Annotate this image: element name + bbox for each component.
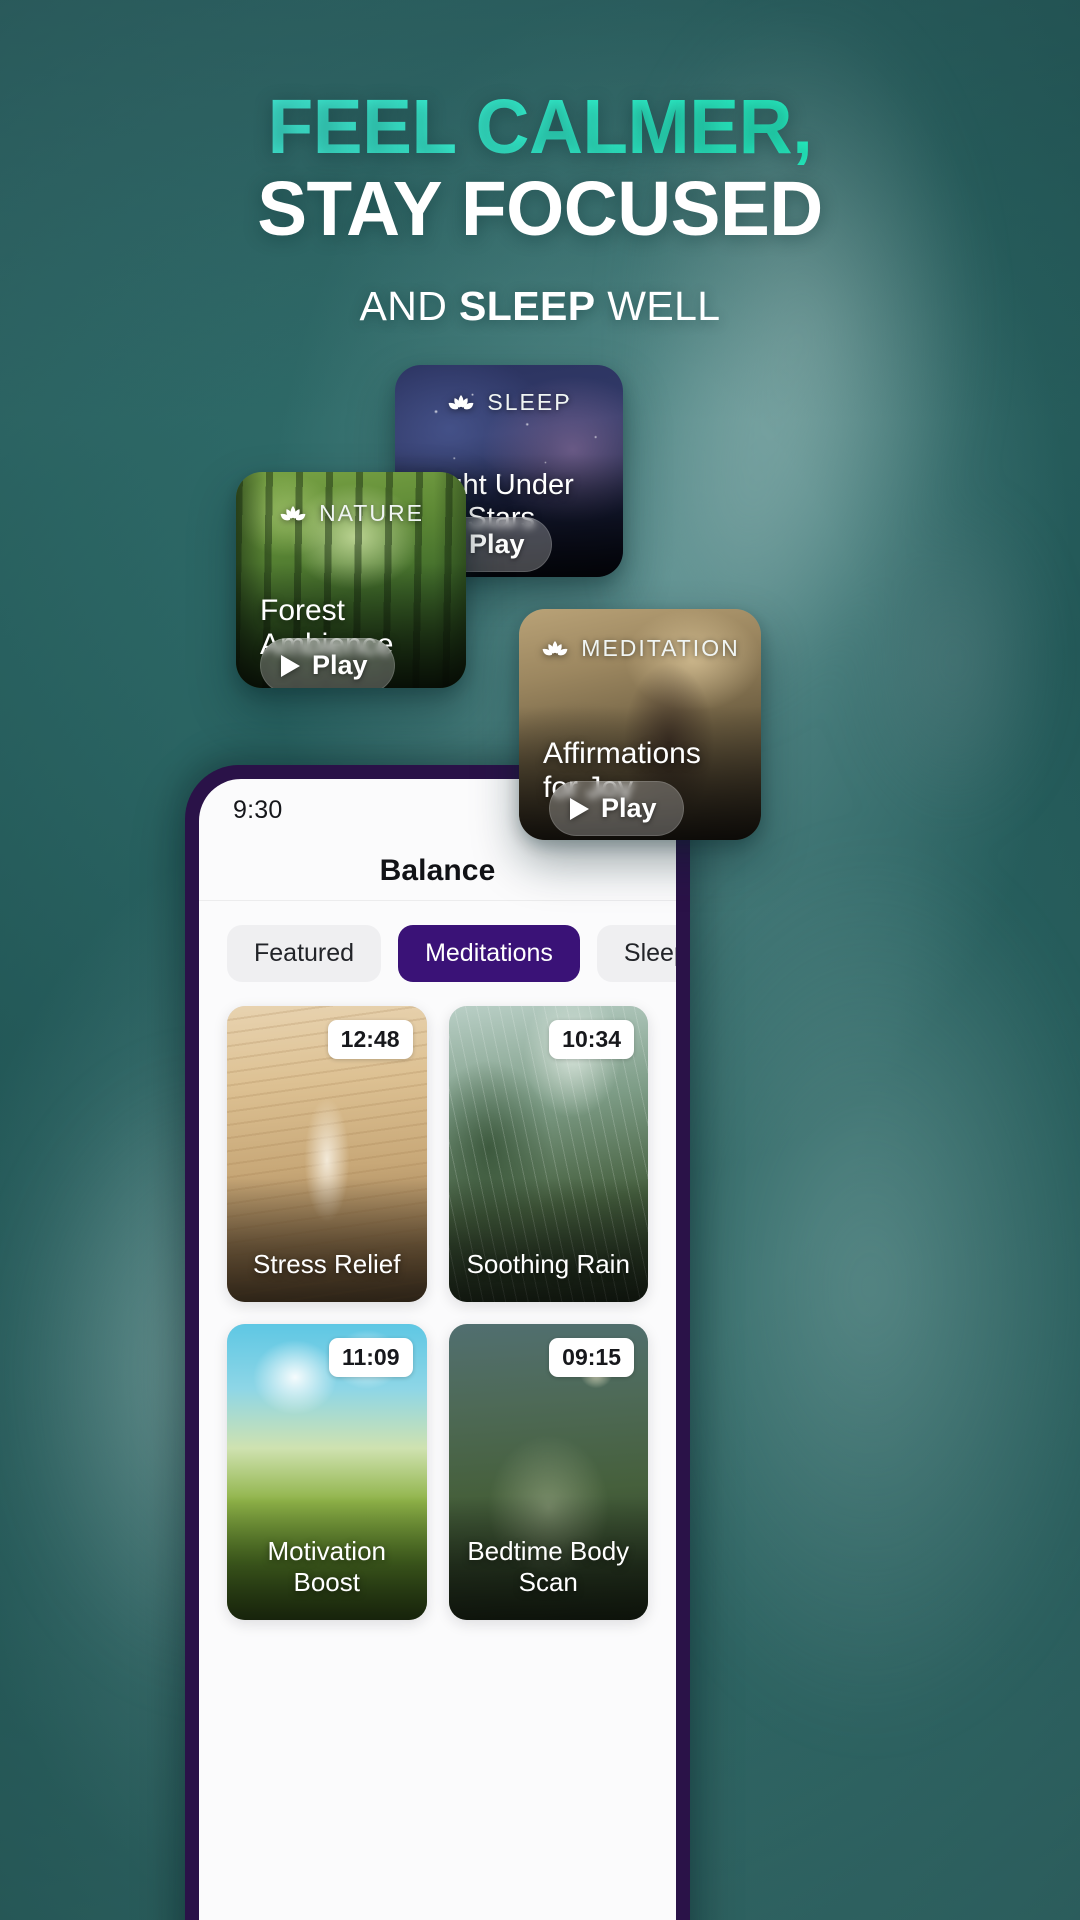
session-grid: 12:48 Stress Relief 10:34 Soothing Rain …	[199, 1006, 676, 1620]
play-triangle-icon	[281, 654, 300, 677]
lotus-icon	[542, 640, 568, 655]
status-bar-time: 9:30	[233, 795, 283, 824]
nature-card-category-label: NATURE	[319, 500, 424, 526]
headline-block: FEEL CALMER, STAY FOCUSED AND SLEEP WELL	[0, 86, 1080, 330]
tab-meditations[interactable]: Meditations	[398, 925, 580, 982]
session-title: Motivation Boost	[267, 1536, 387, 1597]
floating-card-meditation[interactable]: MEDITATION Affirmations for Joy Play	[519, 609, 761, 840]
meditation-card-category: MEDITATION	[519, 635, 761, 662]
sleep-card-category: SLEEP	[395, 389, 623, 416]
subtitle-suffix: WELL	[595, 282, 721, 329]
session-duration-badge: 11:09	[328, 1338, 413, 1377]
subtitle-prefix: AND	[359, 282, 460, 329]
phone-mockup: 9:30 Balance Featured Meditations Sleep …	[185, 765, 690, 1920]
session-title: Bedtime Body Scan	[467, 1536, 630, 1597]
headline-line-2: STAY FOCUSED	[257, 166, 823, 253]
lotus-icon	[280, 505, 306, 520]
session-tile[interactable]: 11:09 Motivation Boost	[227, 1324, 427, 1620]
nature-card-play-button[interactable]: Play	[260, 638, 395, 688]
app-title: Balance	[379, 853, 496, 887]
category-tab-strip[interactable]: Featured Meditations Sleep Nature	[199, 901, 676, 1006]
tab-featured[interactable]: Featured	[227, 925, 382, 982]
meditation-card-play-label: Play	[601, 793, 657, 823]
tab-sleep[interactable]: Sleep	[596, 925, 676, 982]
session-tile[interactable]: 10:34 Soothing Rain	[448, 1006, 648, 1302]
sleep-card-play-label: Play	[469, 529, 525, 559]
phone-screen: 9:30 Balance Featured Meditations Sleep …	[199, 779, 676, 1920]
meditation-card-play-button[interactable]: Play	[549, 781, 684, 836]
session-duration-badge: 10:34	[549, 1020, 634, 1059]
headline-line-1: FEEL CALMER,	[16, 86, 1064, 169]
session-duration-badge: 09:15	[549, 1338, 634, 1377]
lotus-icon	[449, 394, 474, 409]
subtitle-emphasis: SLEEP	[459, 282, 596, 329]
headline-subtitle: AND SLEEP WELL	[0, 283, 1080, 330]
session-title: Soothing Rain	[466, 1249, 630, 1279]
session-tile[interactable]: 12:48 Stress Relief	[227, 1006, 427, 1302]
session-artwork-overlay	[448, 1177, 648, 1302]
app-bar: Balance	[199, 841, 676, 901]
play-triangle-icon	[570, 797, 589, 820]
sleep-card-category-label: SLEEP	[487, 389, 572, 415]
session-title: Stress Relief	[253, 1249, 401, 1279]
session-artwork-overlay	[227, 1177, 427, 1302]
session-tile[interactable]: 09:15 Bedtime Body Scan	[448, 1324, 648, 1620]
nature-card-play-label: Play	[312, 650, 368, 680]
meditation-card-category-label: MEDITATION	[581, 635, 740, 661]
session-duration-badge: 12:48	[327, 1020, 413, 1059]
nature-card-category: NATURE	[236, 500, 466, 527]
floating-card-nature[interactable]: NATURE Forest Ambience Play	[236, 472, 466, 688]
